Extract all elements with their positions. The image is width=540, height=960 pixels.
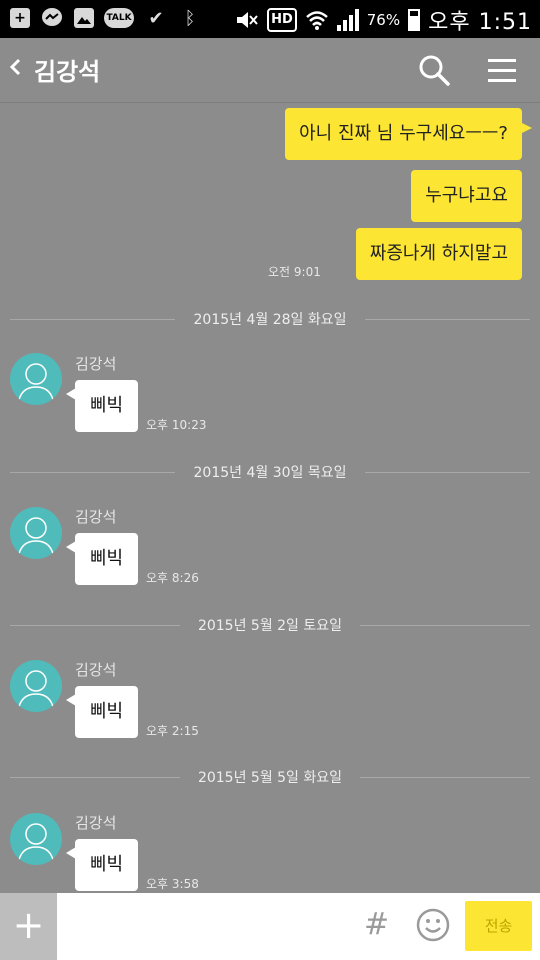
message-time: 오후 8:26 xyxy=(146,571,199,585)
hd-voice-icon: HD xyxy=(267,8,297,32)
search-icon[interactable] xyxy=(416,52,452,88)
incoming-message[interactable]: 삐빅 xyxy=(66,686,138,738)
message-time: 오후 3:58 xyxy=(146,877,199,891)
add-notification-icon: + xyxy=(10,8,30,28)
date-divider: 2015년 5월 5일 화요일 xyxy=(10,767,530,787)
avatar[interactable] xyxy=(10,353,62,405)
check-icon: ✔ xyxy=(148,7,164,29)
send-button[interactable]: 전송 xyxy=(465,901,532,951)
date-label: 2015년 4월 28일 화요일 xyxy=(193,312,347,328)
plus-button[interactable]: + xyxy=(0,893,57,960)
date-divider: 2015년 5월 2일 토요일 xyxy=(10,615,530,635)
back-chevron-icon[interactable] xyxy=(8,52,26,89)
date-label: 2015년 5월 2일 토요일 xyxy=(197,618,343,634)
message-time: 오후 2:15 xyxy=(146,724,199,738)
message-time: 오후 10:23 xyxy=(146,418,207,432)
incoming-message[interactable]: 삐빅 xyxy=(66,380,138,432)
message-time: 오전 9:01 xyxy=(268,265,321,279)
sender-name: 김강석 xyxy=(75,508,117,526)
outgoing-message[interactable]: 아니 진짜 님 누구세요ㅡㅡ? xyxy=(285,108,532,160)
mute-icon xyxy=(235,8,259,32)
date-divider: 2015년 4월 30일 목요일 xyxy=(10,462,530,482)
chat-title: 김강석 xyxy=(34,58,101,86)
date-divider: 2015년 4월 28일 화요일 xyxy=(10,309,530,329)
hashtag-button[interactable]: # xyxy=(364,907,389,942)
chat-area[interactable]: 아니 진짜 님 누구세요ㅡㅡ? 누구냐고요 짜증나게 하지말고 오전 9:01 … xyxy=(0,103,540,893)
status-clock: 오후 1:51 xyxy=(428,10,532,35)
incoming-message[interactable]: 삐빅 xyxy=(66,839,138,891)
outgoing-message[interactable]: 짜증나게 하지말고 xyxy=(355,228,522,280)
chat-header: 김강석 xyxy=(0,38,540,103)
date-label: 2015년 5월 5일 화요일 xyxy=(197,770,343,786)
date-label: 2015년 4월 30일 목요일 xyxy=(193,465,347,481)
avatar[interactable] xyxy=(10,813,62,865)
battery-icon xyxy=(408,9,421,31)
kakaotalk-icon: TALK xyxy=(104,8,134,28)
sender-name: 김강석 xyxy=(75,814,117,832)
bluetooth-icon: ᛒ xyxy=(184,7,196,29)
messenger-icon xyxy=(40,6,64,30)
battery-percent: 76% xyxy=(366,11,401,29)
incoming-message[interactable]: 삐빅 xyxy=(66,533,138,585)
sender-name: 김강석 xyxy=(75,355,117,373)
avatar[interactable] xyxy=(10,507,62,559)
wifi-icon xyxy=(305,8,329,32)
emoticon-icon[interactable] xyxy=(416,908,450,942)
sender-name: 김강석 xyxy=(75,661,117,679)
menu-icon[interactable] xyxy=(484,52,520,88)
outgoing-message[interactable]: 누구냐고요 xyxy=(411,170,522,222)
gallery-icon xyxy=(74,8,94,28)
signal-icon xyxy=(336,9,359,31)
message-input-bar: + # 전송 xyxy=(0,893,540,960)
status-bar: + TALK ✔ ᛒ HD 76% 오후 1:51 xyxy=(0,0,540,38)
avatar[interactable] xyxy=(10,660,62,712)
message-input[interactable] xyxy=(60,893,355,960)
